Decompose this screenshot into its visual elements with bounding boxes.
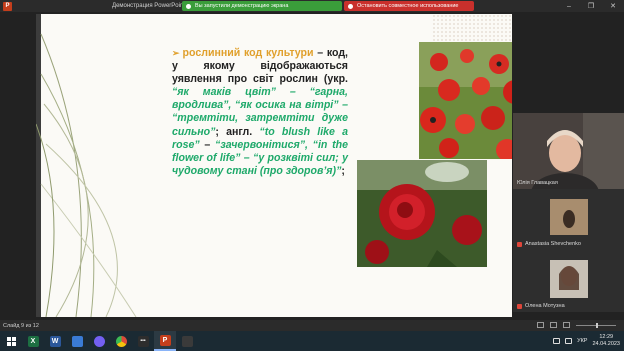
end-text: ; [341,164,345,177]
view-controls [537,322,616,328]
participant-tile[interactable]: Олена Мотузна [513,250,624,312]
slide[interactable]: ➢ рослинний код культури – код, у якому в… [36,14,512,317]
sharing-icon [186,3,191,9]
title-bar: P Демонстрация PowerPoint Вы запустили д… [0,0,624,12]
clock[interactable]: 12:29 24.04.2023 [592,334,620,348]
restore-button[interactable]: ❐ [580,0,602,12]
stop-icon [348,3,353,9]
participant-name: Олена Мотузна [517,303,565,309]
reading-view-icon[interactable] [563,322,570,328]
zoom-slider[interactable] [576,322,616,328]
word-icon: W [49,335,61,347]
system-tray: УКР 12:29 24.04.2023 [553,331,620,351]
dash-text: – [199,138,216,151]
clock-time: 12:29 [599,334,614,340]
muted-mic-icon [517,241,522,247]
arrow-bullet-icon: ➢ [172,48,180,58]
taskbar-app-powerpoint[interactable]: P [154,331,176,351]
minimize-button[interactable]: – [558,0,580,12]
powerpoint-icon: P [3,1,12,11]
window-controls: – ❐ ✕ [558,0,624,12]
participant-name-text: Олена Мотузна [525,303,565,309]
muted-mic-icon [517,303,522,309]
stop-sharing-button[interactable]: Остановить совместное использование [344,1,474,11]
zoom-knob[interactable] [596,322,598,328]
stop-sharing-label: Остановить совместное использование [357,3,459,9]
window-title: Демонстрация PowerPoint [112,3,185,9]
slide-counter: Слайд 9 из 12 [3,322,39,329]
language-indicator[interactable]: УКР [577,338,587,344]
participant-name-text: Anastasia Shevchenko [525,241,581,247]
excel-icon: X [27,335,39,347]
clock-date: 24.04.2023 [592,341,620,347]
participant-name: Юлія Главацкая [517,180,558,186]
participant-name: Anastasia Shevchenko [517,241,581,247]
participant-tile[interactable]: Юлія Главацкая [513,113,624,213]
status-bar: Слайд 9 из 12 [0,320,624,331]
screen-sharing-banner[interactable]: Вы запустили демонстрацию экрана [182,1,342,11]
store-icon [181,335,193,347]
sorter-view-icon[interactable] [550,322,557,328]
network-icon[interactable] [553,338,561,344]
files-icon [71,335,83,347]
taskbar-app-files[interactable] [66,331,88,351]
start-button[interactable] [0,331,22,351]
roses-photo [357,160,487,267]
windows-icon [6,336,16,346]
taskbar-app-viber[interactable] [88,331,110,351]
taskbar-app-word[interactable]: W [44,331,66,351]
powerpoint-icon: P [159,334,171,346]
viber-icon [93,335,105,347]
term-label: рослинний код культури [182,47,314,59]
dots-icon: ••• [137,335,149,347]
taskbar-app-chrome[interactable] [110,331,132,351]
participant-video [513,113,624,213]
close-button[interactable]: ✕ [602,0,624,12]
normal-view-icon[interactable] [537,322,544,328]
taskbar-app-excel[interactable]: X [22,331,44,351]
volume-icon[interactable] [565,338,573,344]
slide-text: ➢ рослинний код культури – код, у якому в… [172,47,348,178]
taskbar-app-store[interactable] [176,331,198,351]
taskbar-app-dots[interactable]: ••• [132,331,154,351]
screen: P Демонстрация PowerPoint Вы запустили д… [0,0,624,351]
taskbar: X W ••• P УКР 12:29 24.04.2023 [0,331,624,351]
participant-tile[interactable]: Anastasia Shevchenko [513,189,624,250]
decorative-lines [36,33,137,317]
separator-text: ; англ. [215,125,260,138]
screen-sharing-label: Вы запустили демонстрацию экрана [195,3,289,9]
chrome-icon [115,335,127,347]
poppies-photo [419,42,512,159]
